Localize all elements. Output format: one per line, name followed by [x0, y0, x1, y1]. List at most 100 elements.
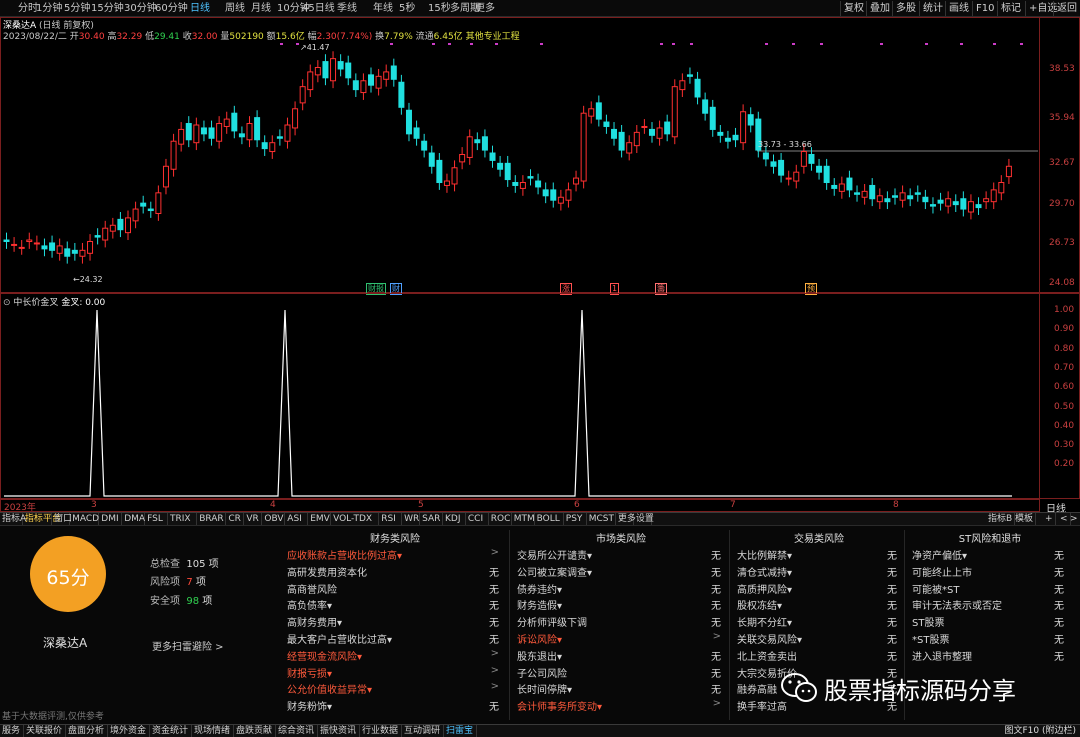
bottom-tab-11[interactable]: 扫雷宝 — [444, 725, 477, 737]
indicator-tab-right-2[interactable]: + — [1043, 513, 1056, 525]
indicator-tab-1[interactable]: 指标平台 — [23, 513, 61, 525]
risk-item[interactable]: 高商誉风险 — [287, 581, 337, 596]
indicator-tab-8[interactable]: BRAR — [197, 513, 227, 525]
risk-item[interactable]: 应收账款占营收比例过高▾ — [287, 547, 402, 562]
indicator-tab-4[interactable]: DMI — [99, 513, 123, 525]
kline-chart[interactable] — [0, 17, 1040, 293]
indicator-tab-2[interactable]: 窗口 — [52, 513, 72, 525]
risk-item[interactable]: 经营现金流风险▾ — [287, 648, 362, 663]
risk-item[interactable]: 可能被*ST — [912, 581, 959, 596]
risk-item[interactable]: 公允价值收益异常▾ — [287, 681, 372, 696]
period-16[interactable]: 更多 — [475, 1, 495, 16]
risk-item[interactable]: 交易所公开谴责▾ — [517, 547, 592, 562]
risk-item[interactable]: 高研发费用资本化 — [287, 564, 367, 579]
indicator-tab-11[interactable]: OBV — [262, 513, 286, 525]
risk-item[interactable]: ST股票 — [912, 614, 944, 629]
indicator-tab-25[interactable]: 更多 — [616, 513, 636, 525]
toolbar-btn-4[interactable]: 画线 — [945, 1, 969, 16]
toolbar-btn-8[interactable]: 返回 — [1053, 1, 1077, 16]
risk-item[interactable]: 债券违约▾ — [517, 581, 562, 596]
toolbar-btn-3[interactable]: 统计 — [919, 1, 943, 16]
risk-item-value[interactable]: > — [697, 631, 721, 642]
period-7[interactable]: 周线 — [225, 1, 245, 16]
risk-item[interactable]: 股东退出▾ — [517, 648, 562, 663]
risk-item-value[interactable]: > — [475, 547, 499, 558]
indicator-tab-5[interactable]: DMA — [122, 513, 146, 525]
indicator-tab-15[interactable]: RSI — [379, 513, 403, 525]
bottom-tab-10[interactable]: 互动调研 — [402, 725, 444, 737]
period-5[interactable]: 60分钟 — [155, 1, 188, 16]
indicator-tab-0[interactable]: 指标A — [0, 513, 26, 525]
toolbar-btn-5[interactable]: F10 — [972, 1, 994, 16]
risk-item[interactable]: 长期不分红▾ — [737, 614, 792, 629]
indicator-tab-16[interactable]: WR — [402, 513, 421, 525]
indicator-tab-13[interactable]: EMV — [308, 513, 332, 525]
risk-item-value[interactable]: > — [475, 681, 499, 692]
period-12[interactable]: 年线 — [373, 1, 393, 16]
period-1[interactable]: 1分钟 — [36, 1, 62, 16]
more-scan-link[interactable]: 更多扫雷避险 > — [152, 638, 224, 653]
indicator-tab-19[interactable]: CCI — [466, 513, 489, 525]
toolbar-btn-2[interactable]: 多股 — [892, 1, 916, 16]
indicator-tab-right-1[interactable]: 模板 — [1013, 513, 1037, 525]
period-14[interactable]: 15秒 — [428, 1, 451, 16]
indicator-tab-21[interactable]: MTM — [512, 513, 535, 525]
indicator-tab-23[interactable]: PSY — [564, 513, 587, 525]
indicator-tab-18[interactable]: KDJ — [443, 513, 466, 525]
period-13[interactable]: 5秒 — [399, 1, 415, 16]
indicator-tab-10[interactable]: VR — [244, 513, 263, 525]
risk-item[interactable]: 可能终止上市 — [912, 564, 972, 579]
risk-item[interactable]: 财报亏损▾ — [287, 665, 332, 680]
indicator-tab-22[interactable]: BOLL — [535, 513, 564, 525]
indicator-tab-26[interactable]: 设置 — [634, 513, 654, 525]
f10-sidebar-button[interactable]: 图文F10 (附边栏) — [1004, 725, 1076, 737]
risk-item-value[interactable]: > — [697, 698, 721, 709]
bottom-tab-5[interactable]: 现场情绪 — [192, 725, 234, 737]
bottom-tab-4[interactable]: 资金统计 — [150, 725, 192, 737]
period-11[interactable]: 季线 — [337, 1, 357, 16]
risk-item[interactable]: 股权冻结▾ — [737, 597, 782, 612]
toolbar-btn-0[interactable]: 复权 — [840, 1, 864, 16]
indicator-tab-14[interactable]: VOL-TDX — [331, 513, 380, 525]
indicator-tab-3[interactable]: MACD — [70, 513, 100, 525]
bottom-tab-6[interactable]: 盘跌贡献 — [234, 725, 276, 737]
toolbar-btn-1[interactable]: 叠加 — [866, 1, 890, 16]
indicator-tab-20[interactable]: ROC — [489, 513, 512, 525]
indicator-tab-17[interactable]: SAR — [420, 513, 443, 525]
risk-item[interactable]: 清仓式减持▾ — [737, 564, 792, 579]
bottom-tab-0[interactable]: 服务 — [0, 725, 24, 737]
risk-item[interactable]: 子公司风险 — [517, 665, 567, 680]
toolbar-btn-6[interactable]: 标记 — [997, 1, 1021, 16]
indicator-tab-7[interactable]: TRIX — [168, 513, 198, 525]
period-8[interactable]: 月线 — [251, 1, 271, 16]
period-0[interactable]: 分时 — [18, 1, 38, 16]
period-2[interactable]: 5分钟 — [64, 1, 90, 16]
indicator-tab-6[interactable]: FSL — [145, 513, 168, 525]
bottom-tab-2[interactable]: 盘面分析 — [66, 725, 108, 737]
risk-item[interactable]: 会计师事务所变动▾ — [517, 698, 602, 713]
period-6[interactable]: 日线 — [190, 1, 210, 16]
risk-item[interactable]: 长时间停牌▾ — [517, 681, 572, 696]
risk-item[interactable]: 高负债率▾ — [287, 597, 332, 612]
bottom-tab-9[interactable]: 行业数据 — [360, 725, 402, 737]
period-4[interactable]: 30分钟 — [124, 1, 157, 16]
bottom-tab-1[interactable]: 关联报价 — [24, 725, 66, 737]
indicator-tab-12[interactable]: ASI — [285, 513, 309, 525]
risk-item[interactable]: 关联交易风险▾ — [737, 631, 802, 646]
risk-item[interactable]: 财务造假▾ — [517, 597, 562, 612]
risk-item[interactable]: *ST股票 — [912, 631, 949, 646]
indicator-chart[interactable] — [0, 293, 1040, 499]
bottom-tab-7[interactable]: 综合资讯 — [276, 725, 318, 737]
bottom-tab-3[interactable]: 境外资金 — [108, 725, 150, 737]
indicator-tab-right-0[interactable]: 指标B — [986, 513, 1016, 525]
risk-item[interactable]: 北上资金卖出 — [737, 648, 797, 663]
risk-item[interactable]: 进入退市整理 — [912, 648, 972, 663]
risk-item[interactable]: 融券高融 — [737, 681, 777, 696]
risk-item-value[interactable]: > — [475, 648, 499, 659]
risk-item[interactable]: 财务粉饰▾ — [287, 698, 332, 713]
indicator-tab-24[interactable]: MCST — [587, 513, 616, 525]
risk-item[interactable]: 大比例解禁▾ — [737, 547, 792, 562]
bottom-tab-8[interactable]: 振快资讯 — [318, 725, 360, 737]
risk-item-value[interactable]: > — [475, 665, 499, 676]
risk-item[interactable]: 最大客户占营收比过高▾ — [287, 631, 392, 646]
